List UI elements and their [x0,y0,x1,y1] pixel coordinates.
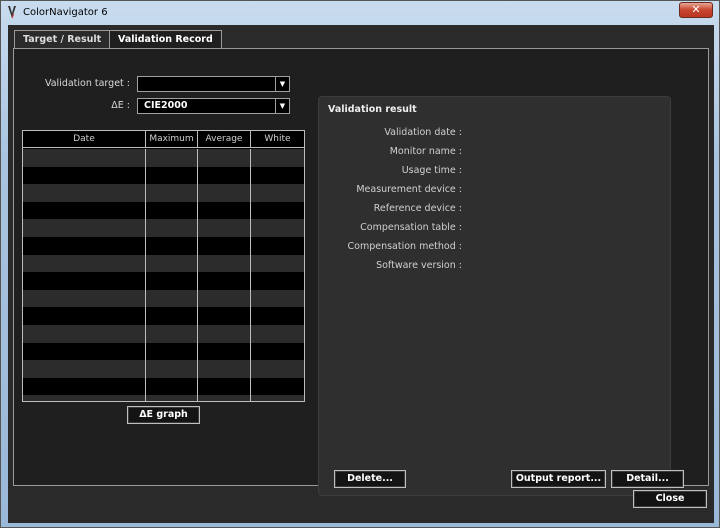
colornavigator-icon [8,6,16,19]
tab-target-result[interactable]: Target / Result [14,30,111,48]
title-bar[interactable]: ColorNavigator 6 ✕ [1,1,719,25]
table-row[interactable] [23,219,304,237]
column-header-date[interactable]: Date [23,131,146,148]
delta-e-label: ΔE : [111,100,130,111]
column-header-average[interactable]: Average [198,131,251,148]
delta-e-value: CIE2000 [144,100,188,111]
client-area: Target / Result Validation Record Valida… [8,25,714,523]
table-row[interactable] [23,324,304,343]
column-header-maximum[interactable]: Maximum [146,131,198,148]
chevron-down-icon[interactable]: ▼ [275,77,289,91]
column-header-white[interactable]: White [251,131,304,148]
detail-button[interactable]: Detail... [611,470,684,488]
reference-device-label: Reference device : [373,203,462,214]
validation-record-table[interactable]: Date Maximum Average White [22,130,305,402]
chevron-down-icon[interactable]: ▼ [275,99,289,113]
table-row[interactable] [23,184,304,202]
compensation-method-label: Compensation method : [347,241,463,252]
validation-record-panel: Validation target : ▼ ΔE : CIE2000 ▼ Dat… [13,48,709,496]
close-button[interactable]: Close [633,490,707,508]
software-version-label: Software version : [376,260,462,271]
table-row[interactable] [23,360,304,378]
table-row[interactable] [23,201,304,220]
compensation-table-label: Compensation table : [360,222,462,233]
table-row[interactable] [23,342,304,361]
tab-validation-record[interactable]: Validation Record [109,30,222,49]
delta-e-graph-button[interactable]: ΔE graph [127,406,200,424]
validation-target-dropdown[interactable]: ▼ [137,76,290,92]
measurement-device-label: Measurement device : [356,184,462,195]
table-header: Date Maximum Average White [23,131,304,148]
table-row[interactable] [23,166,304,185]
table-row[interactable] [23,254,304,273]
validation-date-label: Validation date : [384,127,462,138]
validation-result-title: Validation result [328,104,417,115]
table-body [23,149,304,401]
monitor-name-label: Monitor name : [389,146,462,157]
usage-time-label: Usage time : [401,165,462,176]
table-row[interactable] [23,236,304,255]
table-row[interactable] [23,272,304,290]
table-row[interactable] [23,149,304,167]
table-row[interactable] [23,307,304,325]
table-row[interactable] [23,395,304,401]
table-row[interactable] [23,289,304,308]
validation-target-label: Validation target : [44,78,130,89]
validation-result-panel: Validation result Validation date : Moni… [318,96,684,496]
delete-button[interactable]: Delete... [334,470,406,488]
window-title: ColorNavigator 6 [23,7,108,18]
app-window: ColorNavigator 6 ✕ Target / Result Valid… [0,0,720,528]
delta-e-dropdown[interactable]: CIE2000 ▼ [137,98,290,114]
output-report-button[interactable]: Output report... [511,470,606,488]
table-row[interactable] [23,377,304,396]
window-close-button[interactable]: ✕ [679,2,713,18]
